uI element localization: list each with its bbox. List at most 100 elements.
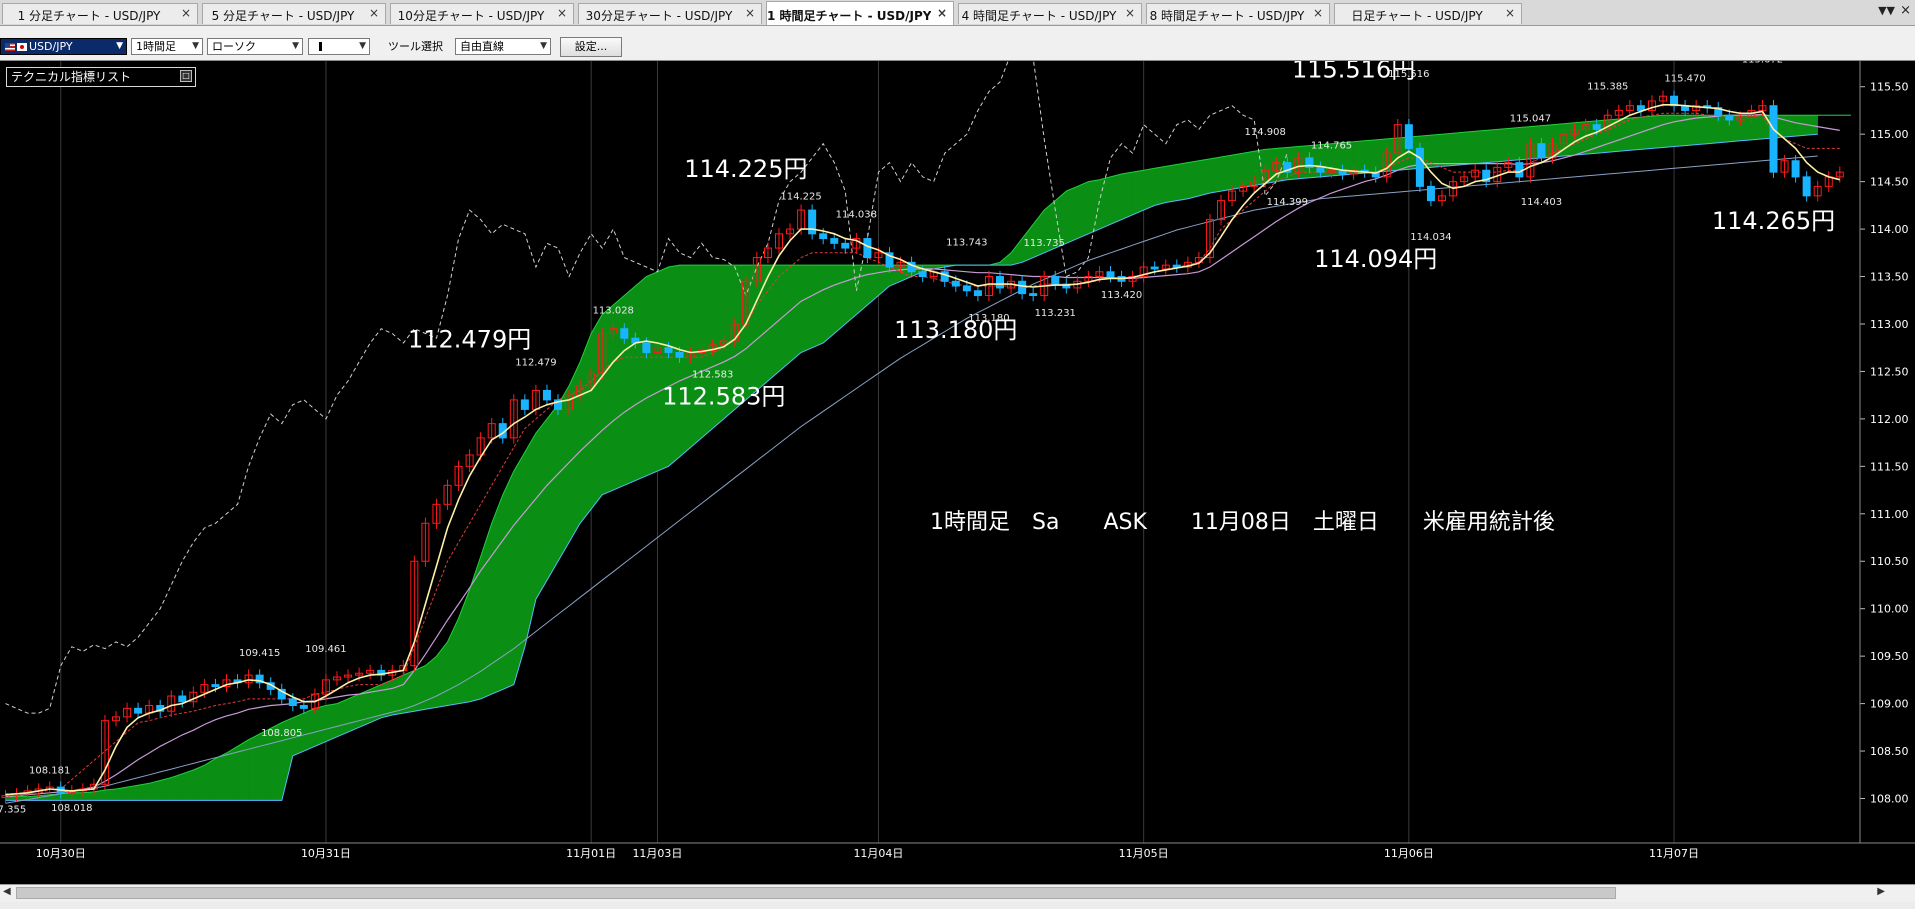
- status-bar: [0, 902, 1915, 909]
- technical-indicator-list[interactable]: テクニカル指標リスト □: [6, 67, 196, 87]
- ichimoku-cloud-segment: [1121, 171, 1133, 220]
- y-axis-tick-label: 114.00: [1870, 223, 1909, 236]
- ichimoku-cloud-segment: [204, 758, 216, 801]
- jp-flag-icon: [17, 43, 27, 51]
- tab-1min-chart[interactable]: 1 分足チャート - USD/JPY ×: [2, 3, 198, 24]
- bearish-candle: [1018, 280, 1027, 295]
- bearish-candle: [542, 389, 551, 401]
- price-annotation-label: 114.094円: [1314, 245, 1437, 273]
- ichimoku-cloud-segment: [137, 783, 150, 801]
- price-high-low-label: 109.461: [305, 644, 346, 655]
- timeframe-select[interactable]: 1時間足 ▼: [131, 38, 203, 55]
- y-axis-tick-label: 109.50: [1870, 650, 1909, 663]
- ichimoku-cloud-segment: [1176, 162, 1189, 201]
- price-high-low-label: 107.355: [0, 805, 26, 816]
- tab-1hour-chart[interactable]: 1 時間足チャート - USD/JPY ×: [766, 1, 954, 25]
- ichimoku-cloud-segment: [822, 264, 835, 344]
- ichimoku-cloud-segment: [1110, 173, 1122, 225]
- ichimoku-cloud-segment: [71, 792, 84, 801]
- ichimoku-cloud-segment: [1485, 129, 1498, 163]
- tab-close-icon[interactable]: ×: [181, 6, 191, 20]
- symbol-select[interactable]: USD/JPY ▼: [0, 38, 127, 55]
- scroll-right-icon[interactable]: ▶: [1877, 886, 1885, 897]
- tab-5min-chart[interactable]: 5 分足チャート - USD/JPY ×: [202, 3, 386, 24]
- indicator-list-toggle-icon[interactable]: □: [180, 70, 192, 82]
- tab-list-menu-icon[interactable]: ▼▼: [1878, 4, 1895, 17]
- ichimoku-cloud-segment: [1165, 164, 1178, 203]
- ichimoku-cloud-segment: [1662, 114, 1675, 148]
- tab-label: 4 時間足チャート - USD/JPY: [961, 9, 1117, 23]
- y-axis-tick-label: 114.50: [1870, 176, 1909, 189]
- y-axis-tick-label: 112.00: [1870, 413, 1909, 426]
- ichimoku-cloud-segment: [1441, 132, 1454, 167]
- ichimoku-cloud-segment: [325, 703, 338, 742]
- ichimoku-cloud-segment: [1463, 131, 1476, 165]
- tab-close-icon[interactable]: ×: [745, 6, 755, 20]
- tab-10min-chart[interactable]: 10分足チャート - USD/JPY ×: [390, 3, 574, 24]
- chevron-down-icon: ▼: [116, 41, 123, 51]
- price-high-low-label: 109.415: [239, 648, 280, 659]
- bearish-candle: [1051, 276, 1060, 285]
- chart-area[interactable]: 115.50 115.00 114.50 114.00 113.50 113.00 112.…: [0, 61, 1915, 884]
- tab-close-icon[interactable]: ×: [1313, 6, 1323, 20]
- ichimoku-cloud-segment: [1220, 154, 1233, 192]
- bearish-candle: [819, 233, 828, 240]
- drawing-tool-select[interactable]: 自由直線 ▼: [455, 38, 551, 55]
- tab-close-icon[interactable]: ×: [557, 6, 567, 20]
- tab-30min-chart[interactable]: 30分足チャート - USD/JPY ×: [578, 3, 762, 24]
- scroll-left-icon[interactable]: ◀: [3, 886, 11, 897]
- price-high-low-label: 113.420: [1101, 290, 1142, 301]
- settings-button[interactable]: 設定...: [560, 37, 622, 57]
- chevron-down-icon: ▼: [192, 41, 199, 51]
- price-annotation-label: 115.516円: [1292, 61, 1415, 83]
- ichimoku-cloud-segment: [480, 523, 492, 700]
- bearish-candle: [996, 276, 1004, 289]
- ichimoku-cloud-segment: [1430, 133, 1443, 168]
- price-high-low-label: 115.047: [1510, 114, 1551, 125]
- tab-close-icon[interactable]: ×: [1505, 6, 1515, 20]
- ichimoku-cloud-segment: [104, 788, 117, 801]
- ichimoku-cloud-segment: [1375, 138, 1387, 173]
- tab-close-icon[interactable]: ×: [1125, 6, 1135, 20]
- tab-4hour-chart[interactable]: 4 時間足チャート - USD/JPY ×: [958, 3, 1142, 24]
- bearish-candle: [642, 342, 651, 353]
- cloud-span-b-line: [5, 133, 1818, 801]
- candlestick-chart[interactable]: 115.50 115.00 114.50 114.00 113.50 113.00 112.…: [0, 61, 1915, 884]
- bearish-candle: [1791, 160, 1800, 178]
- bearish-candle: [675, 351, 684, 358]
- bearish-candle: [288, 698, 297, 707]
- ichimoku-cloud-segment: [126, 784, 139, 801]
- ichimoku-cloud-segment: [171, 773, 183, 801]
- candle-style-select[interactable]: ▼: [308, 38, 370, 55]
- ichimoku-cloud-segment: [767, 264, 780, 382]
- ichimoku-cloud-segment: [447, 618, 459, 706]
- ichimoku-cloud-segment: [811, 264, 824, 349]
- close-window-icon[interactable]: ×: [1900, 3, 1911, 18]
- ichimoku-cloud-segment: [347, 693, 360, 733]
- x-axis-tick-label: 11月06日: [1384, 847, 1434, 860]
- ichimoku-cloud-segment: [513, 451, 526, 685]
- bearish-candle: [1802, 176, 1811, 197]
- ichimoku-cloud-segment: [436, 641, 448, 708]
- chart-type-select[interactable]: ローソク ▼: [207, 38, 303, 55]
- ichimoku-cloud-segment: [502, 470, 515, 690]
- price-high-low-label: 114.399: [1267, 197, 1308, 208]
- tab-close-icon[interactable]: ×: [937, 6, 947, 20]
- tab-close-icon[interactable]: ×: [369, 6, 379, 20]
- bearish-candle: [1150, 266, 1159, 270]
- horizontal-scrollbar[interactable]: ◀ ▶: [0, 884, 1915, 903]
- price-annotation-label: 112.479円: [408, 326, 531, 354]
- tab-8hour-chart[interactable]: 8 時間足チャート - USD/JPY ×: [1146, 3, 1330, 24]
- ichimoku-cloud-segment: [679, 264, 691, 458]
- y-axis-tick-label: 110.00: [1870, 603, 1909, 616]
- scrollbar-thumb[interactable]: [16, 887, 1616, 899]
- ichimoku-cloud-segment: [1795, 114, 1807, 137]
- ichimoku-cloud-segment: [889, 264, 901, 287]
- tab-daily-chart[interactable]: 日足チャート - USD/JPY ×: [1334, 3, 1522, 24]
- x-axis-tick-label: 11月04日: [853, 847, 903, 860]
- bearish-candle: [973, 290, 982, 297]
- y-axis-tick-label: 115.00: [1870, 128, 1909, 141]
- ichimoku-cloud-segment: [1198, 158, 1211, 197]
- tab-label: 30分足チャート - USD/JPY: [585, 9, 733, 23]
- tool-select-label: ツール選択: [388, 40, 443, 53]
